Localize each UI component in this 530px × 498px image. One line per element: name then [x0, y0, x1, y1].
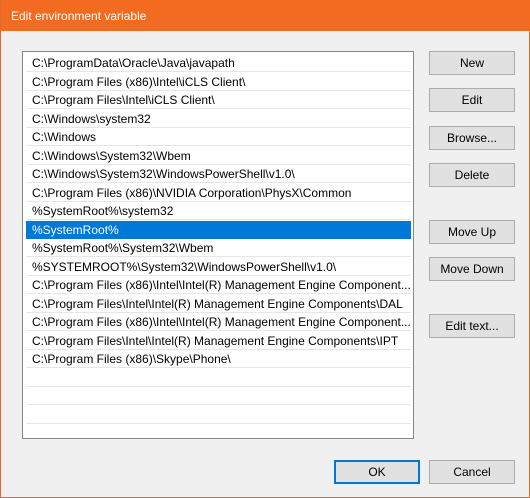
ok-button[interactable]: OK	[334, 460, 420, 484]
empty-list-row	[26, 406, 411, 424]
cancel-button[interactable]: Cancel	[429, 460, 515, 484]
browse-button[interactable]: Browse...	[429, 126, 515, 150]
list-item[interactable]: C:\Program Files (x86)\Intel\iCLS Client…	[26, 73, 411, 91]
title-bar[interactable]: Edit environment variable	[1, 0, 530, 31]
edit-environment-variable-dialog: Edit environment variable C:\ProgramData…	[0, 0, 530, 498]
edit-text-button[interactable]: Edit text...	[429, 314, 515, 338]
move-down-button[interactable]: Move Down	[429, 257, 515, 281]
list-item[interactable]: %SystemRoot%\System32\Wbem	[26, 239, 411, 257]
list-item[interactable]: C:\Program Files\Intel\Intel(R) Manageme…	[26, 295, 411, 313]
edit-button[interactable]: Edit	[429, 88, 515, 112]
empty-list-row	[26, 387, 411, 405]
list-item[interactable]: C:\Windows\system32	[26, 110, 411, 128]
list-item[interactable]: %SystemRoot%\system32	[26, 202, 411, 220]
list-item[interactable]: %SystemRoot%	[26, 220, 411, 239]
path-list[interactable]: C:\ProgramData\Oracle\Java\javapath C:\Pr…	[22, 51, 414, 439]
list-item[interactable]: %SYSTEMROOT%\System32\WindowsPowerShell\…	[26, 258, 411, 276]
list-item[interactable]: C:\ProgramData\Oracle\Java\javapath	[26, 54, 411, 72]
empty-list-row	[26, 369, 411, 387]
list-item[interactable]: C:\Program Files (x86)\NVIDIA Corporatio…	[26, 184, 411, 202]
list-item[interactable]: C:\Program Files (x86)\Intel\Intel(R) Ma…	[26, 313, 411, 331]
list-item[interactable]: C:\Program Files (x86)\Skype\Phone\	[26, 350, 411, 368]
list-item[interactable]: C:\Program Files\Intel\iCLS Client\	[26, 91, 411, 109]
move-up-button[interactable]: Move Up	[429, 220, 515, 244]
dialog-title: Edit environment variable	[11, 9, 147, 23]
new-button[interactable]: New	[429, 51, 515, 75]
delete-button[interactable]: Delete	[429, 163, 515, 187]
list-item[interactable]: C:\Windows	[26, 128, 411, 146]
list-item[interactable]: C:\Windows\System32\WindowsPowerShell\v1…	[26, 165, 411, 183]
list-item[interactable]: C:\Windows\System32\Wbem	[26, 147, 411, 165]
list-item[interactable]: C:\Program Files (x86)\Intel\Intel(R) Ma…	[26, 276, 411, 294]
list-item[interactable]: C:\Program Files\Intel\Intel(R) Manageme…	[26, 332, 411, 350]
